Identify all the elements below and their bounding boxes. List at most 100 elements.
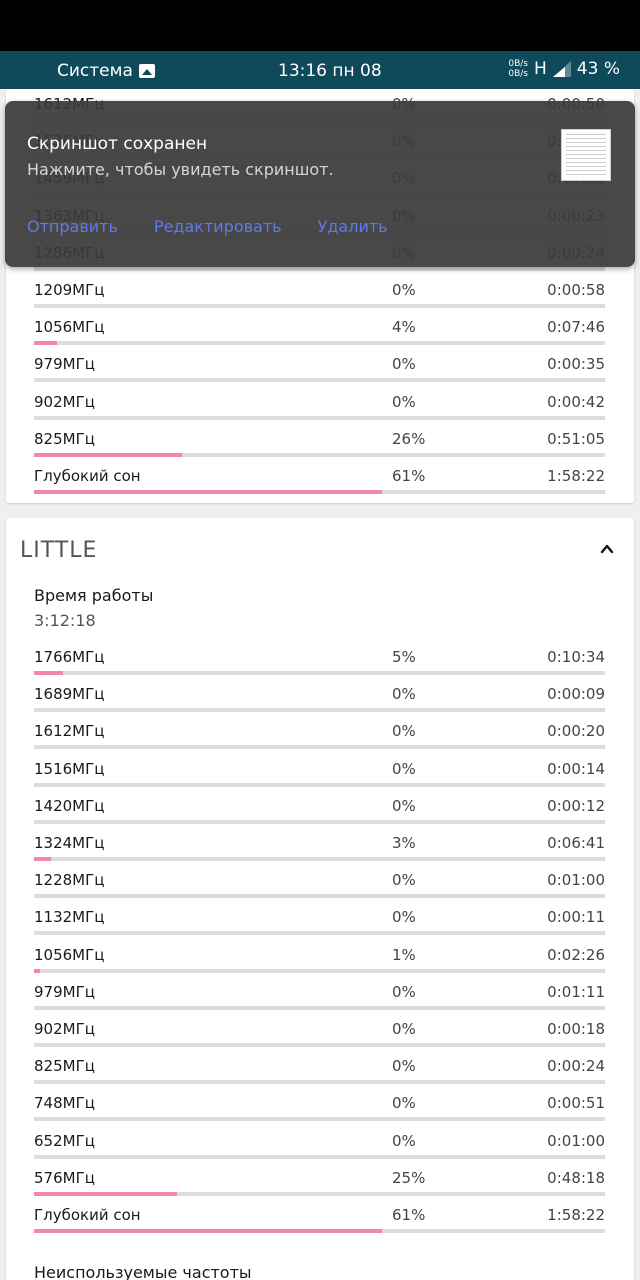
usage-bar-fill <box>34 968 40 973</box>
usage-bar <box>34 266 605 271</box>
frequency-label: 1056МГц <box>34 318 105 337</box>
frequency-label: 1766МГц <box>34 648 105 666</box>
frequency-time: 0:00:24 <box>547 1057 605 1076</box>
usage-bar <box>34 378 605 383</box>
frequency-time: 0:01:00 <box>547 871 605 890</box>
usage-bar-fill <box>34 857 52 861</box>
frequency-label: 1516МГц <box>34 759 105 778</box>
frequency-percent: 0% <box>392 1094 416 1113</box>
signal-icon <box>552 61 571 77</box>
frequency-time: 0:00:35 <box>547 355 605 374</box>
speed-up: 0B/s <box>508 59 528 69</box>
usage-bar <box>34 931 605 936</box>
frequency-time: 1:58:22 <box>547 467 605 485</box>
frequency-row: 1420МГц 0% 0:00:12 <box>34 797 605 834</box>
share-button[interactable]: Отправить <box>27 217 118 236</box>
frequency-label: Глубокий сон <box>34 1206 141 1224</box>
frequency-time: 0:48:18 <box>547 1168 605 1187</box>
delete-button[interactable]: Удалить <box>318 217 388 236</box>
usage-bar <box>34 490 605 494</box>
frequency-percent: 0% <box>392 685 416 704</box>
top-black-band <box>0 0 640 51</box>
frequency-time: 1:58:22 <box>547 1206 605 1224</box>
status-left: Система <box>57 61 155 81</box>
frequency-row: 576МГц 25% 0:48:18 <box>34 1169 605 1206</box>
frequency-percent: 0% <box>392 796 416 815</box>
frequency-label: 979МГц <box>34 355 95 374</box>
usage-bar <box>34 819 605 824</box>
status-clock: 13:16 пн 08 <box>278 61 382 81</box>
status-right: 0B/s 0B/s H 43 % <box>508 59 620 79</box>
frequency-label: 825МГц <box>34 429 95 448</box>
frequency-label: 748МГц <box>34 1094 95 1113</box>
frequency-label: 825МГц <box>34 1057 95 1076</box>
frequency-percent: 0% <box>392 1057 416 1076</box>
frequency-label: 1132МГц <box>34 908 105 927</box>
frequency-row: 1766МГц 5% 0:10:34 <box>34 648 605 685</box>
usage-bar <box>34 415 605 420</box>
frequency-row: 979МГц 0% 0:01:11 <box>34 983 605 1020</box>
usage-bar <box>34 1154 605 1159</box>
usage-bar <box>34 1080 605 1085</box>
frequency-row: 979МГц 0% 0:00:35 <box>34 355 605 392</box>
frequency-row: 825МГц 0% 0:00:24 <box>34 1057 605 1094</box>
frequency-percent: 26% <box>392 429 426 448</box>
frequency-time: 0:06:41 <box>547 834 605 852</box>
usage-bar <box>34 968 605 973</box>
status-app-label: Система <box>57 61 133 81</box>
screenshot-thumbnail[interactable] <box>561 129 611 181</box>
edit-button[interactable]: Редактировать <box>154 217 282 236</box>
frequency-time: 0:01:11 <box>547 982 605 1001</box>
usage-bar-fill <box>34 671 63 675</box>
little-cluster-card: LITTLE Время работы 3:12:18 1766МГц 5% 0:1… <box>6 518 634 1280</box>
frequency-row: 1132МГц 0% 0:00:11 <box>34 908 605 945</box>
speed-down: 0B/s <box>508 69 528 79</box>
usage-bar-fill <box>34 1229 383 1233</box>
frequency-percent: 0% <box>392 281 416 299</box>
frequency-time: 0:00:20 <box>547 722 605 741</box>
frequency-percent: 3% <box>392 834 416 852</box>
usage-bar <box>34 304 605 308</box>
frequency-time: 0:02:26 <box>547 945 605 964</box>
usage-bar <box>34 671 605 675</box>
frequency-row: 1612МГц 0% 0:00:20 <box>34 722 605 759</box>
frequency-row: 902МГц 0% 0:00:42 <box>34 393 605 430</box>
frequency-percent: 0% <box>392 871 416 890</box>
usage-bar <box>34 1005 605 1010</box>
notification-subtitle: Нажмите, чтобы увидеть скриншот. <box>27 160 334 179</box>
frequency-percent: 61% <box>392 1206 426 1224</box>
network-type: H <box>534 59 547 79</box>
frequency-percent: 4% <box>392 318 416 337</box>
section-title: LITTLE <box>20 538 98 563</box>
frequency-time: 0:00:12 <box>547 796 605 815</box>
frequency-row: 1689МГц 0% 0:00:09 <box>34 685 605 722</box>
chevron-up-icon[interactable] <box>600 542 614 556</box>
frequency-percent: 0% <box>392 722 416 741</box>
network-speed: 0B/s 0B/s <box>508 59 528 79</box>
frequency-time: 0:00:11 <box>547 908 605 927</box>
frequency-row: Глубокий сон 61% 1:58:22 <box>34 467 605 504</box>
frequency-percent: 25% <box>392 1168 426 1187</box>
usage-bar-fill <box>34 452 183 457</box>
frequency-time: 0:10:34 <box>547 648 605 666</box>
frequency-time: 0:00:18 <box>547 1020 605 1038</box>
frequency-time: 0:00:58 <box>547 281 605 299</box>
usage-bar <box>34 1229 605 1233</box>
frequency-percent: 61% <box>392 467 426 485</box>
frequency-time: 0:00:42 <box>547 392 605 411</box>
frequency-label: 902МГц <box>34 392 95 411</box>
frequency-row: 1324МГц 3% 0:06:41 <box>34 834 605 871</box>
screenshot-notification[interactable]: Скриншот сохранен Нажмите, чтобы увидеть… <box>5 101 635 267</box>
image-icon <box>138 64 155 78</box>
frequency-row: 652МГц 0% 0:01:00 <box>34 1132 605 1169</box>
usage-bar <box>34 745 605 750</box>
frequency-label: 652МГц <box>34 1131 95 1150</box>
frequency-time: 0:01:00 <box>547 1131 605 1150</box>
frequency-percent: 5% <box>392 648 416 666</box>
frequency-label: 1612МГц <box>34 722 105 741</box>
usage-bar-fill <box>34 1191 177 1196</box>
frequency-row: 902МГц 0% 0:00:18 <box>34 1020 605 1057</box>
status-bar: Система 13:16 пн 08 0B/s 0B/s H 43 % <box>0 51 640 89</box>
frequency-label: 576МГц <box>34 1168 95 1187</box>
notification-title: Скриншот сохранен <box>27 134 208 154</box>
